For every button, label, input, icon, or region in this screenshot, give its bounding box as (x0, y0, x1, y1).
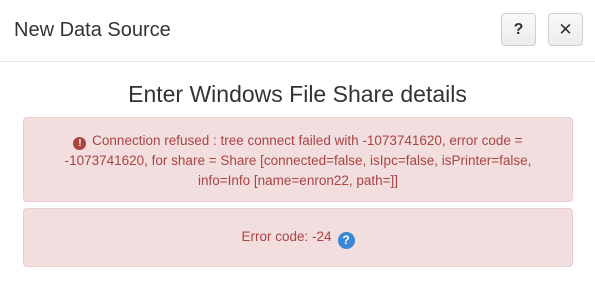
exclamation-circle-icon: ! (73, 137, 87, 150)
close-button[interactable]: ✕ (548, 13, 583, 46)
question-circle-icon[interactable]: ? (337, 232, 355, 249)
error-message-line-2: -1073741620, for share = Share [connecte… (64, 153, 532, 168)
error-message-line-1: ! Connection refused : tree connect fail… (36, 131, 560, 151)
dialog-body: Enter Windows File Share details ! Conne… (0, 62, 595, 285)
error-code-text: Error code: -24 (241, 229, 332, 244)
new-data-source-dialog: New Data Source ? ✕ Enter Windows File S… (0, 0, 595, 285)
help-button[interactable]: ? (501, 13, 536, 46)
dialog-header: New Data Source ? ✕ (0, 0, 595, 62)
error-message-text: Connection refused : tree connect failed… (92, 133, 523, 148)
section-title: Enter Windows File Share details (128, 81, 467, 107)
connection-error-alert: ! Connection refused : tree connect fail… (23, 117, 573, 202)
error-code-alert: Error code: -24? (23, 208, 573, 267)
error-message-line-3: info=Info [name=enron22, path=]] (197, 173, 399, 188)
dialog-title: New Data Source (14, 19, 171, 41)
